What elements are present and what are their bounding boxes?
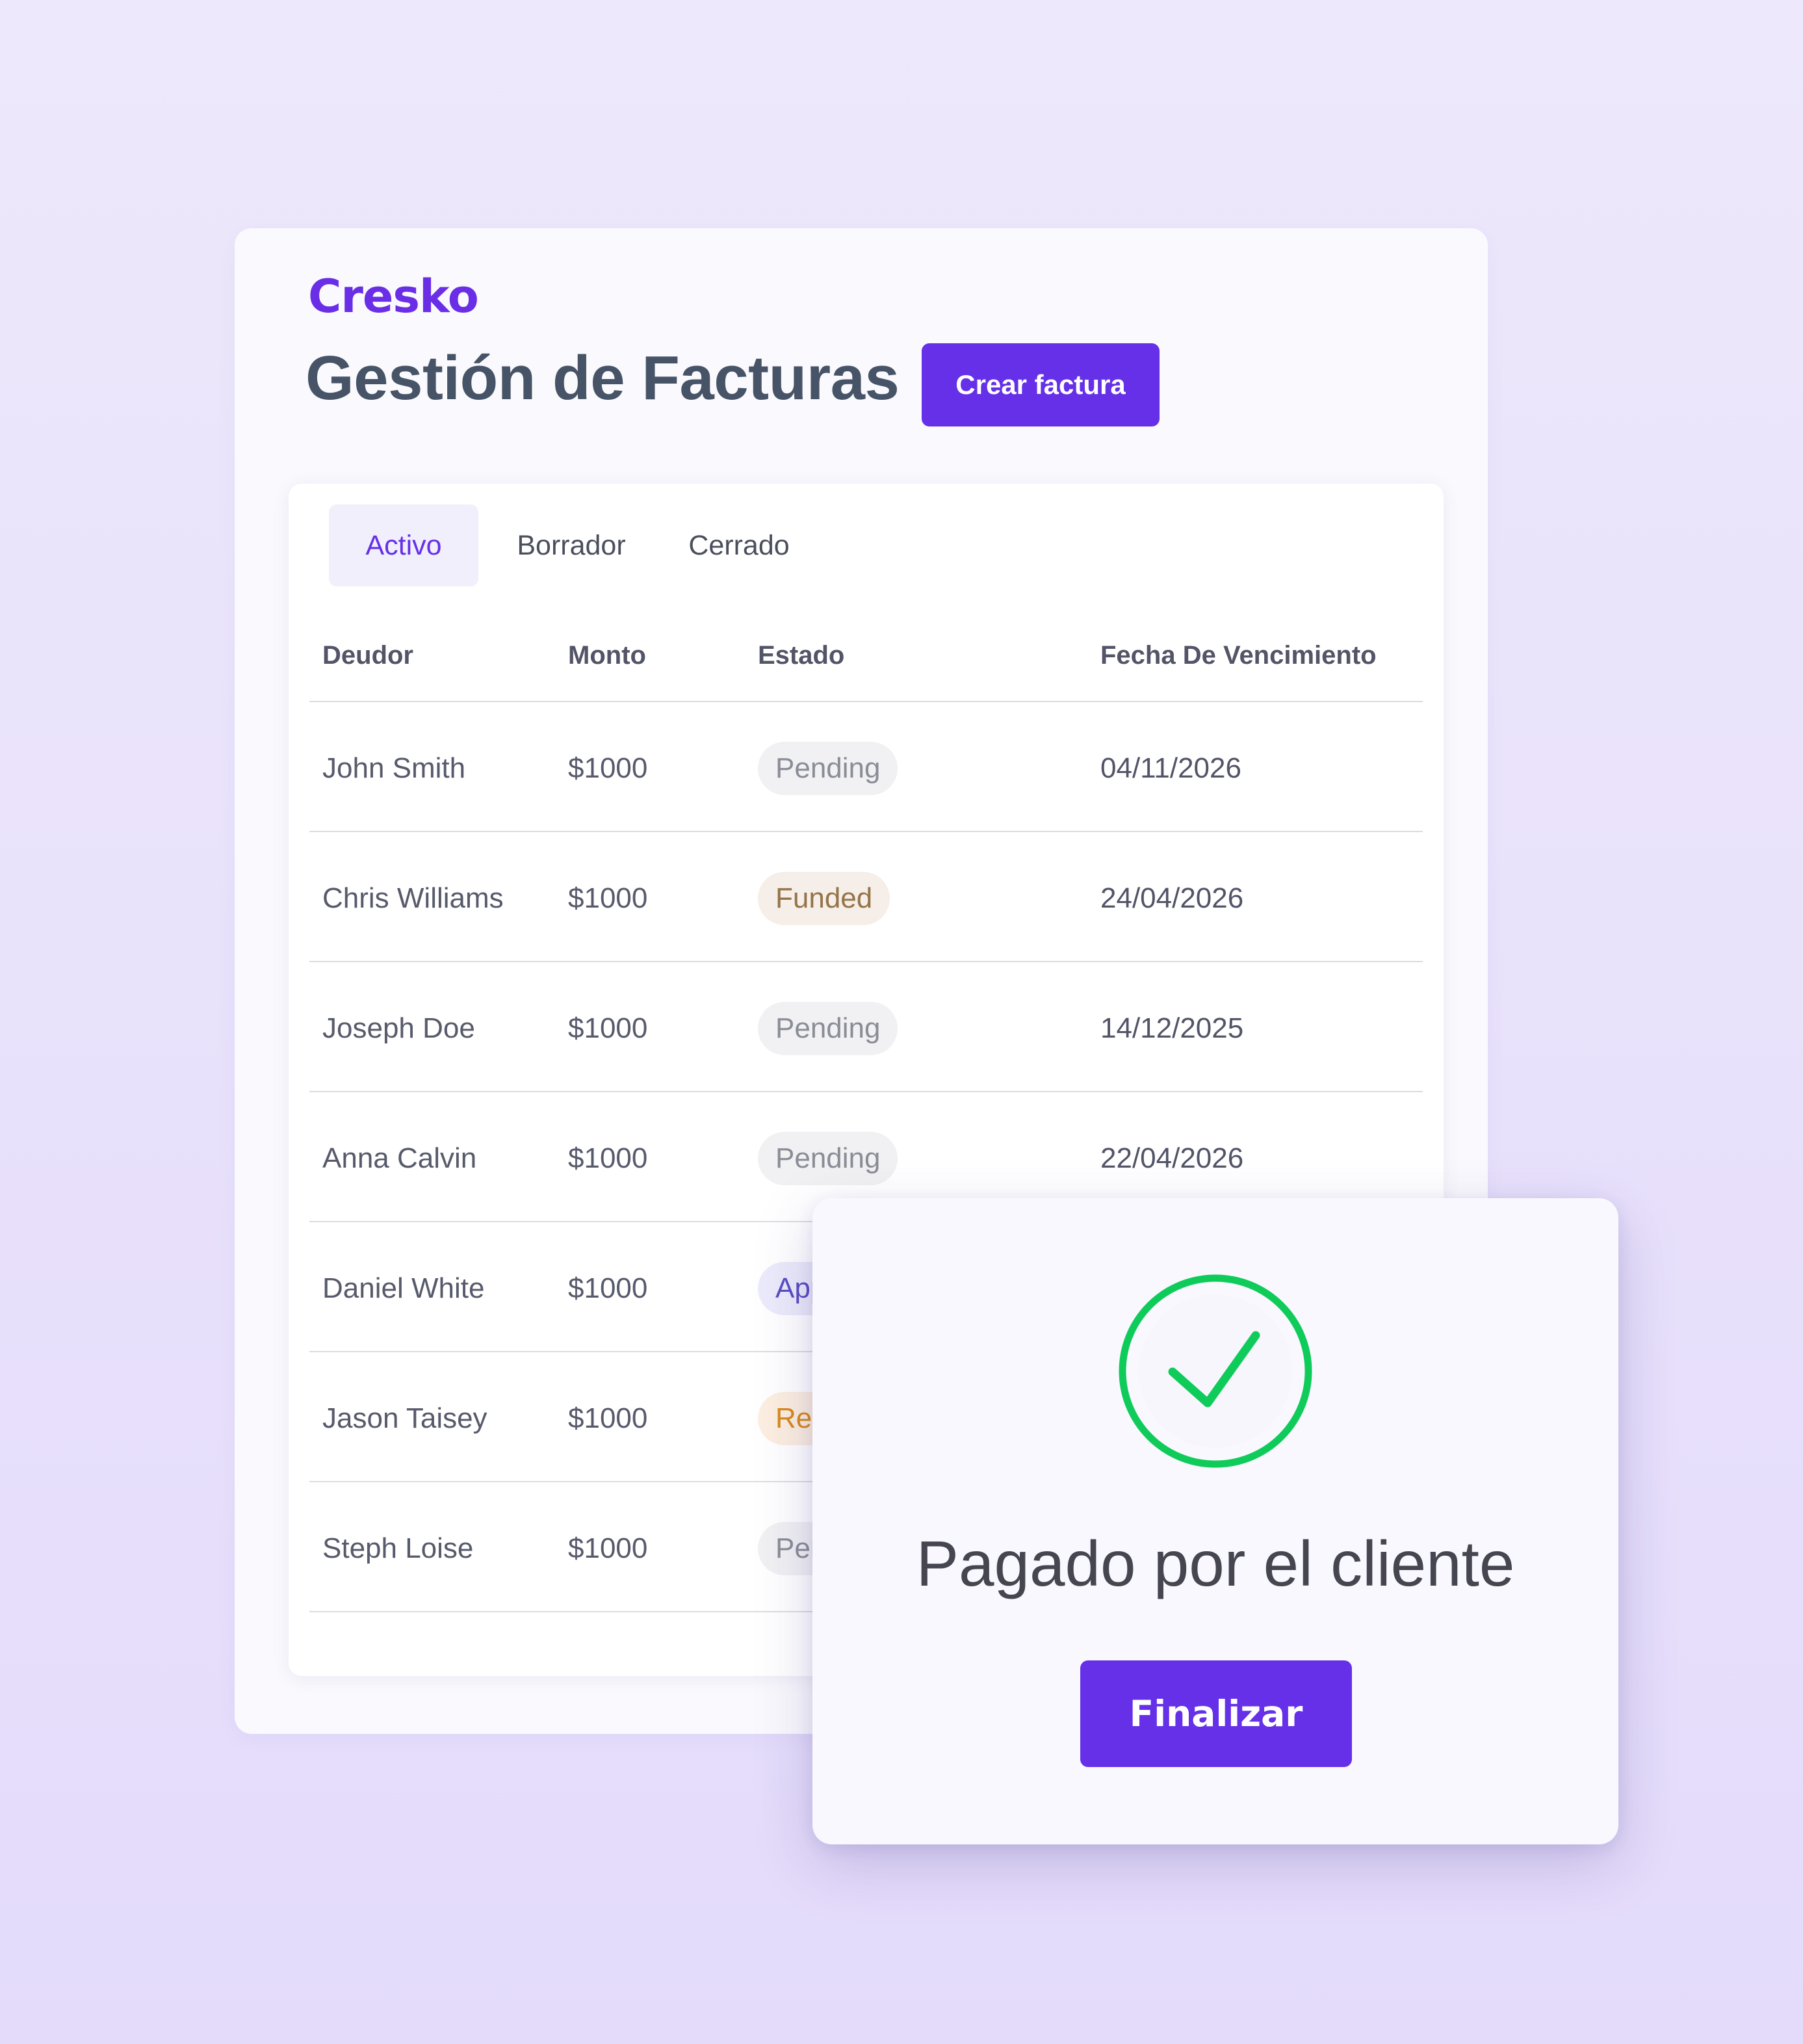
- row-divider: [309, 831, 1423, 832]
- debtor-name: Daniel White: [322, 1272, 485, 1304]
- debtor-name: Anna Calvin: [322, 1142, 477, 1174]
- due-date: 14/12/2025: [1100, 1012, 1244, 1044]
- invoice-amount: $1000: [568, 1012, 648, 1044]
- create-invoice-button[interactable]: Crear factura: [922, 343, 1160, 426]
- invoice-amount: $1000: [568, 1402, 648, 1434]
- invoice-amount: $1000: [568, 1272, 648, 1304]
- status-badge: Funded: [758, 872, 890, 925]
- status-badge: Pending: [758, 1002, 898, 1055]
- debtor-name: Steph Loise: [322, 1532, 474, 1564]
- tab-borrador[interactable]: Borrador: [497, 504, 646, 586]
- debtor-name: Joseph Doe: [322, 1012, 475, 1044]
- row-divider: [309, 1091, 1423, 1092]
- due-date: 04/11/2026: [1100, 752, 1241, 784]
- brand-logo: Cresko: [308, 270, 479, 323]
- page-title: Gestión de Facturas: [305, 343, 900, 413]
- tab-cerrado[interactable]: Cerrado: [664, 504, 814, 586]
- check-circle-icon: [1119, 1274, 1312, 1468]
- status-badge: Pending: [758, 742, 898, 795]
- finish-button[interactable]: Finalizar: [1080, 1660, 1352, 1767]
- header-divider: [309, 701, 1423, 702]
- debtor-name: Chris Williams: [322, 882, 504, 914]
- status-badge: Pending: [758, 1132, 898, 1185]
- debtor-name: John Smith: [322, 752, 466, 784]
- due-date: 24/04/2026: [1100, 882, 1244, 914]
- invoice-amount: $1000: [568, 882, 648, 914]
- invoice-amount: $1000: [568, 1532, 648, 1564]
- modal-title: Pagado por el cliente: [916, 1528, 1515, 1599]
- column-header-due-date[interactable]: Fecha De Vencimiento: [1100, 642, 1377, 668]
- tab-activo[interactable]: Activo: [329, 504, 478, 586]
- column-header-status[interactable]: Estado: [758, 642, 844, 668]
- invoice-amount: $1000: [568, 1142, 648, 1174]
- debtor-name: Jason Taisey: [322, 1402, 487, 1434]
- payment-confirmation-modal: Pagado por el cliente Finalizar: [812, 1198, 1618, 1844]
- due-date: 22/04/2026: [1100, 1142, 1244, 1174]
- row-divider: [309, 961, 1423, 962]
- column-header-debtor[interactable]: Deudor: [322, 642, 413, 668]
- column-header-amount[interactable]: Monto: [568, 642, 646, 668]
- invoice-amount: $1000: [568, 752, 648, 784]
